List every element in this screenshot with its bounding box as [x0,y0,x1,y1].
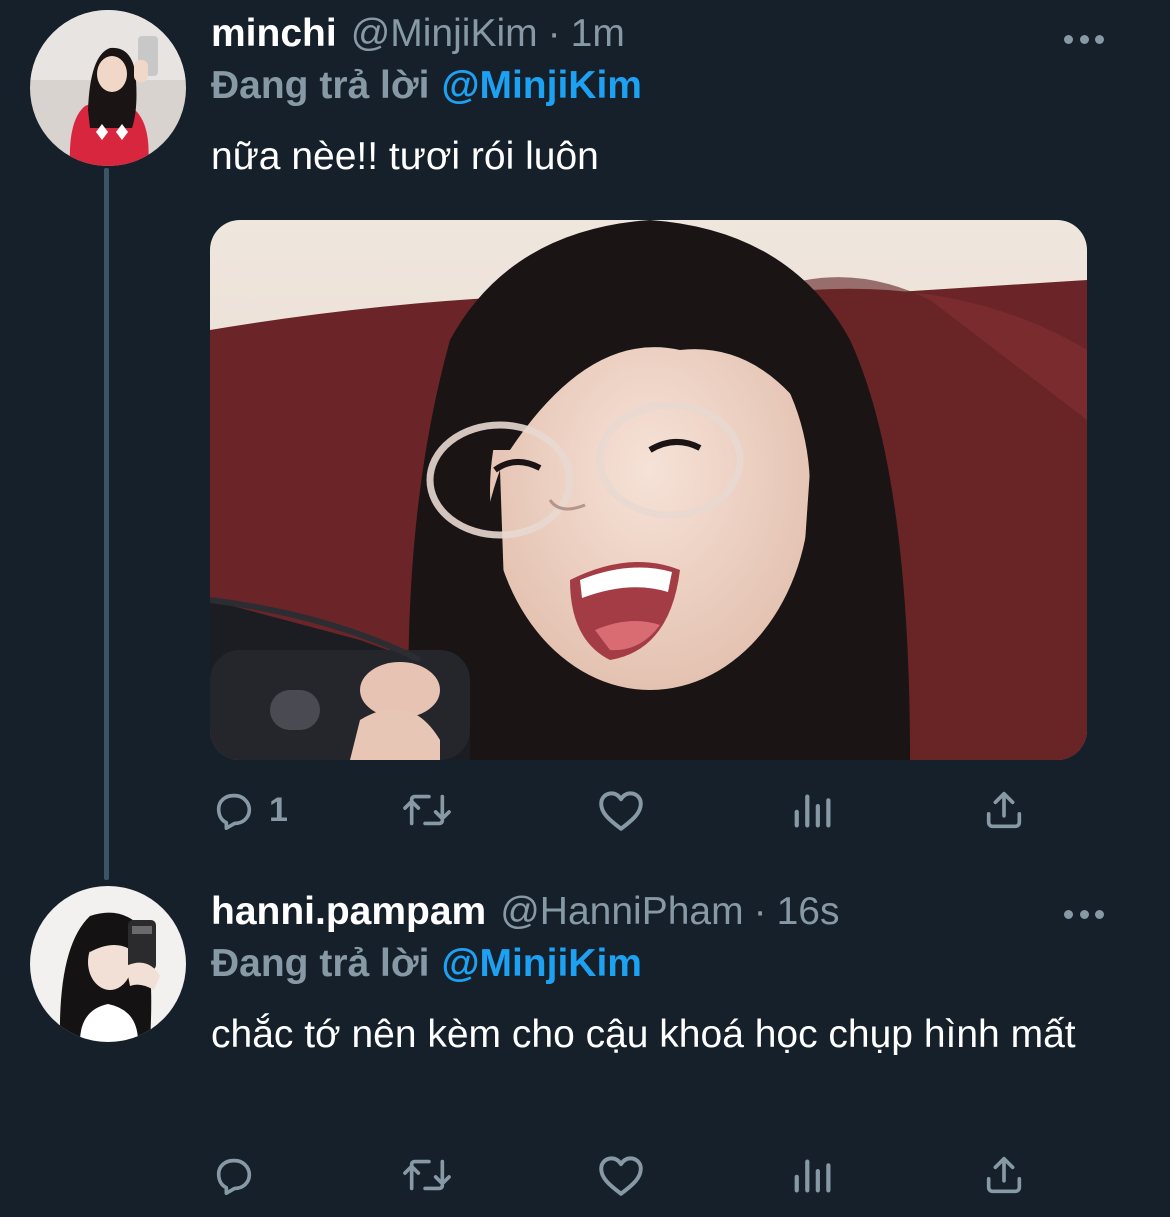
more-options-icon[interactable] [1064,904,1104,924]
heart-icon [596,1152,646,1198]
reply-icon [211,1152,257,1198]
tweet-text: nữa nèe!! tươi rói luôn [211,135,599,178]
like-button[interactable] [596,1150,646,1200]
tweet-actions [211,1150,1041,1200]
timestamp[interactable]: 1m [571,12,625,56]
heart-icon [596,787,646,833]
replying-to-label: Đang trả lời [211,942,430,985]
share-button[interactable] [981,785,1027,835]
retweet-button[interactable] [399,1150,455,1200]
tweet-header: minchi @MinjiKim · 1m [211,12,1091,64]
retweet-button[interactable] [399,785,455,835]
reply-icon [211,787,257,833]
tweet-photo[interactable] [210,220,1087,760]
replying-to-handle[interactable]: @MinjiKim [441,942,642,985]
avatar[interactable] [30,886,186,1042]
avatar[interactable] [30,10,186,166]
display-name[interactable]: hanni.pampam [211,890,486,934]
stats-button[interactable] [791,785,837,835]
tweet-content: hanni.pampam @HanniPham · 16s Đang trả l… [211,890,1091,1060]
replying-to-handle[interactable]: @MinjiKim [441,64,642,107]
like-button[interactable] [596,785,646,835]
share-button[interactable] [981,1150,1027,1200]
thread-connector-line [104,168,109,880]
timestamp[interactable]: 16s [777,890,840,934]
retweet-icon [399,1152,455,1198]
stats-button[interactable] [791,1150,837,1200]
replying-to: Đang trả lời @MinjiKim [211,942,1091,996]
replying-to: Đang trả lời @MinjiKim [211,64,1091,118]
more-options-icon[interactable] [1064,29,1104,49]
reply-count: 1 [269,790,288,829]
tweet-text: chắc tớ nên kèm cho cậu khoá học chụp hì… [211,1013,1076,1056]
stats-icon [791,1152,837,1198]
display-name[interactable]: minchi [211,12,337,56]
replying-to-label: Đang trả lời [211,64,430,107]
tweet-content: minchi @MinjiKim · 1m Đang trả lời @Minji… [211,12,1091,182]
share-icon [981,1152,1027,1198]
tweet-header: hanni.pampam @HanniPham · 16s [211,890,1091,942]
share-icon [981,787,1027,833]
user-handle[interactable]: @HanniPham [500,890,743,934]
reply-button[interactable] [211,1150,269,1200]
stats-icon [791,787,837,833]
user-handle[interactable]: @MinjiKim [351,12,538,56]
separator-dot: · [753,890,767,933]
conversation-thread: minchi @MinjiKim · 1m Đang trả lời @Minji… [0,0,1170,1217]
retweet-icon [399,787,455,833]
reply-button[interactable]: 1 [211,785,288,835]
tweet-actions: 1 [211,785,1041,835]
separator-dot: · [547,12,561,55]
